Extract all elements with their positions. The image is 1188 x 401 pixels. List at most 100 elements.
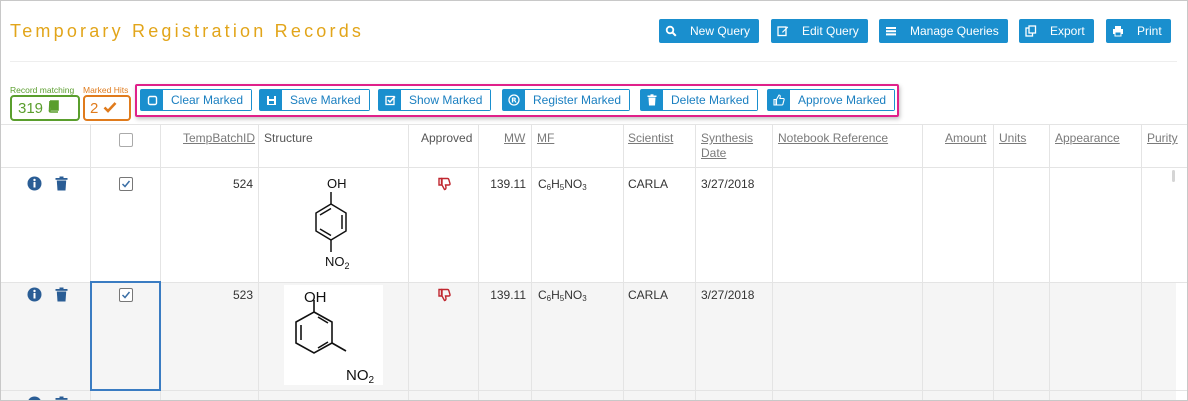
header-divider <box>10 61 1177 62</box>
info-icon[interactable] <box>26 395 42 400</box>
structure-no2: NO <box>346 367 369 384</box>
thumbs-down-icon <box>436 287 452 303</box>
delete-marked-button[interactable]: Delete Marked <box>640 89 759 111</box>
thumbs-down-icon <box>436 176 452 192</box>
structure-image[interactable]: OH NO2 <box>284 285 383 386</box>
record-count-badge[interactable]: 319 <box>10 95 80 121</box>
mf-cell: C6H5NO3 <box>538 288 587 303</box>
list-icon <box>880 20 902 42</box>
tempbatchid-cell[interactable]: 524 <box>164 177 253 191</box>
col-divider <box>695 124 696 400</box>
row-checkbox[interactable] <box>119 177 133 191</box>
approve-marked-label: Approve Marked <box>790 90 895 110</box>
col-divider <box>772 124 773 400</box>
scientist-cell: CARLA <box>628 177 669 191</box>
register-marked-button[interactable]: R Register Marked <box>502 89 631 111</box>
select-all-checkbox[interactable] <box>119 133 133 147</box>
search-icon <box>660 20 682 42</box>
save-marked-label: Save Marked <box>282 90 369 110</box>
structure-image[interactable]: OH NO2 <box>291 172 371 272</box>
row-divider <box>1 390 1187 391</box>
row-divider <box>1 282 1187 283</box>
col-divider <box>478 124 479 400</box>
structure-oh: OH <box>327 176 347 191</box>
header-notebook-reference[interactable]: Notebook Reference <box>778 131 888 145</box>
header-amount[interactable]: Amount <box>945 131 986 145</box>
marked-hits-badge[interactable]: 2 <box>83 95 131 121</box>
structure-no2: NO <box>325 254 345 269</box>
manage-queries-button[interactable]: Manage Queries <box>879 19 1008 43</box>
book-icon <box>47 99 60 117</box>
records-table: TempBatchID Structure Approved MW MF Sci… <box>1 124 1187 400</box>
edit-icon <box>772 20 794 42</box>
col-divider <box>531 124 532 400</box>
header-approved: Approved <box>421 131 473 145</box>
clear-marked-button[interactable]: Clear Marked <box>140 89 253 111</box>
mf-cell: C6H5NO3 <box>538 177 587 192</box>
new-query-button[interactable]: New Query <box>659 19 760 43</box>
thumbs-up-icon <box>768 90 790 110</box>
trash-icon <box>641 90 663 110</box>
register-marked-label: Register Marked <box>525 90 630 110</box>
header-synthesis-date[interactable]: Date <box>701 146 726 160</box>
header-scientist[interactable]: Scientist <box>628 131 673 145</box>
svg-text:R: R <box>511 97 517 105</box>
header-tempbatchid[interactable]: TempBatchID <box>183 131 255 145</box>
export-button[interactable]: Export <box>1019 19 1094 43</box>
marked-hits-value: 2 <box>90 99 99 117</box>
col-divider <box>1141 124 1142 400</box>
page-title: Temporary Registration Records <box>10 21 365 41</box>
checkmark-icon <box>103 100 117 117</box>
row-divider <box>1 124 1187 125</box>
header-synthesis[interactable]: Synthesis <box>701 131 753 145</box>
row-checkbox[interactable] <box>119 288 133 302</box>
export-label: Export <box>1042 20 1093 42</box>
print-button[interactable]: Print <box>1106 19 1171 43</box>
trash-icon[interactable] <box>53 175 69 191</box>
edit-query-button[interactable]: Edit Query <box>771 19 868 43</box>
col-divider <box>623 124 624 400</box>
svg-text:NO2: NO2 <box>346 367 375 385</box>
info-icon[interactable] <box>26 175 42 191</box>
trash-icon[interactable] <box>53 395 69 400</box>
new-query-label: New Query <box>682 20 759 42</box>
mw-cell: 139.11 <box>490 177 526 191</box>
approve-marked-button[interactable]: Approve Marked <box>767 89 896 111</box>
export-icon <box>1020 20 1042 42</box>
scrollbar-thumb[interactable] <box>1172 170 1175 182</box>
record-matching-caption: Record matching <box>10 85 75 95</box>
synthesis-date-cell: 3/27/2018 <box>701 177 755 191</box>
check-square-icon <box>379 90 401 110</box>
col-divider <box>258 124 259 400</box>
clear-marked-label: Clear Marked <box>163 90 252 110</box>
print-icon <box>1107 20 1129 42</box>
col-divider <box>1049 124 1050 400</box>
manage-queries-label: Manage Queries <box>902 20 1007 42</box>
header-purity[interactable]: Purity <box>1147 131 1178 145</box>
edit-query-label: Edit Query <box>794 20 867 42</box>
marked-hits-caption: Marked Hits <box>83 85 129 95</box>
header-mf[interactable]: MF <box>537 131 554 145</box>
synthesis-date-cell: 3/27/2018 <box>701 288 755 302</box>
save-icon <box>260 90 282 110</box>
col-divider <box>922 124 923 400</box>
save-marked-button[interactable]: Save Marked <box>259 89 370 111</box>
print-label: Print <box>1129 20 1170 42</box>
header-mw[interactable]: MW <box>504 131 525 145</box>
structure-oh: OH <box>304 289 327 306</box>
col-divider <box>993 124 994 400</box>
header-units[interactable]: Units <box>999 131 1026 145</box>
registered-icon: R <box>503 90 525 110</box>
header-appearance[interactable]: Appearance <box>1055 131 1120 145</box>
trash-icon[interactable] <box>53 286 69 302</box>
structure-no2-sub: 2 <box>369 375 375 385</box>
delete-marked-label: Delete Marked <box>663 90 758 110</box>
col-divider <box>408 124 409 400</box>
tempbatchid-cell[interactable]: 523 <box>164 288 253 302</box>
mw-cell: 139.11 <box>490 288 526 302</box>
info-icon[interactable] <box>26 286 42 302</box>
svg-text:NO2: NO2 <box>325 254 350 271</box>
header-structure: Structure <box>264 131 313 145</box>
show-marked-button[interactable]: Show Marked <box>378 89 492 111</box>
row-divider <box>1 167 1187 168</box>
